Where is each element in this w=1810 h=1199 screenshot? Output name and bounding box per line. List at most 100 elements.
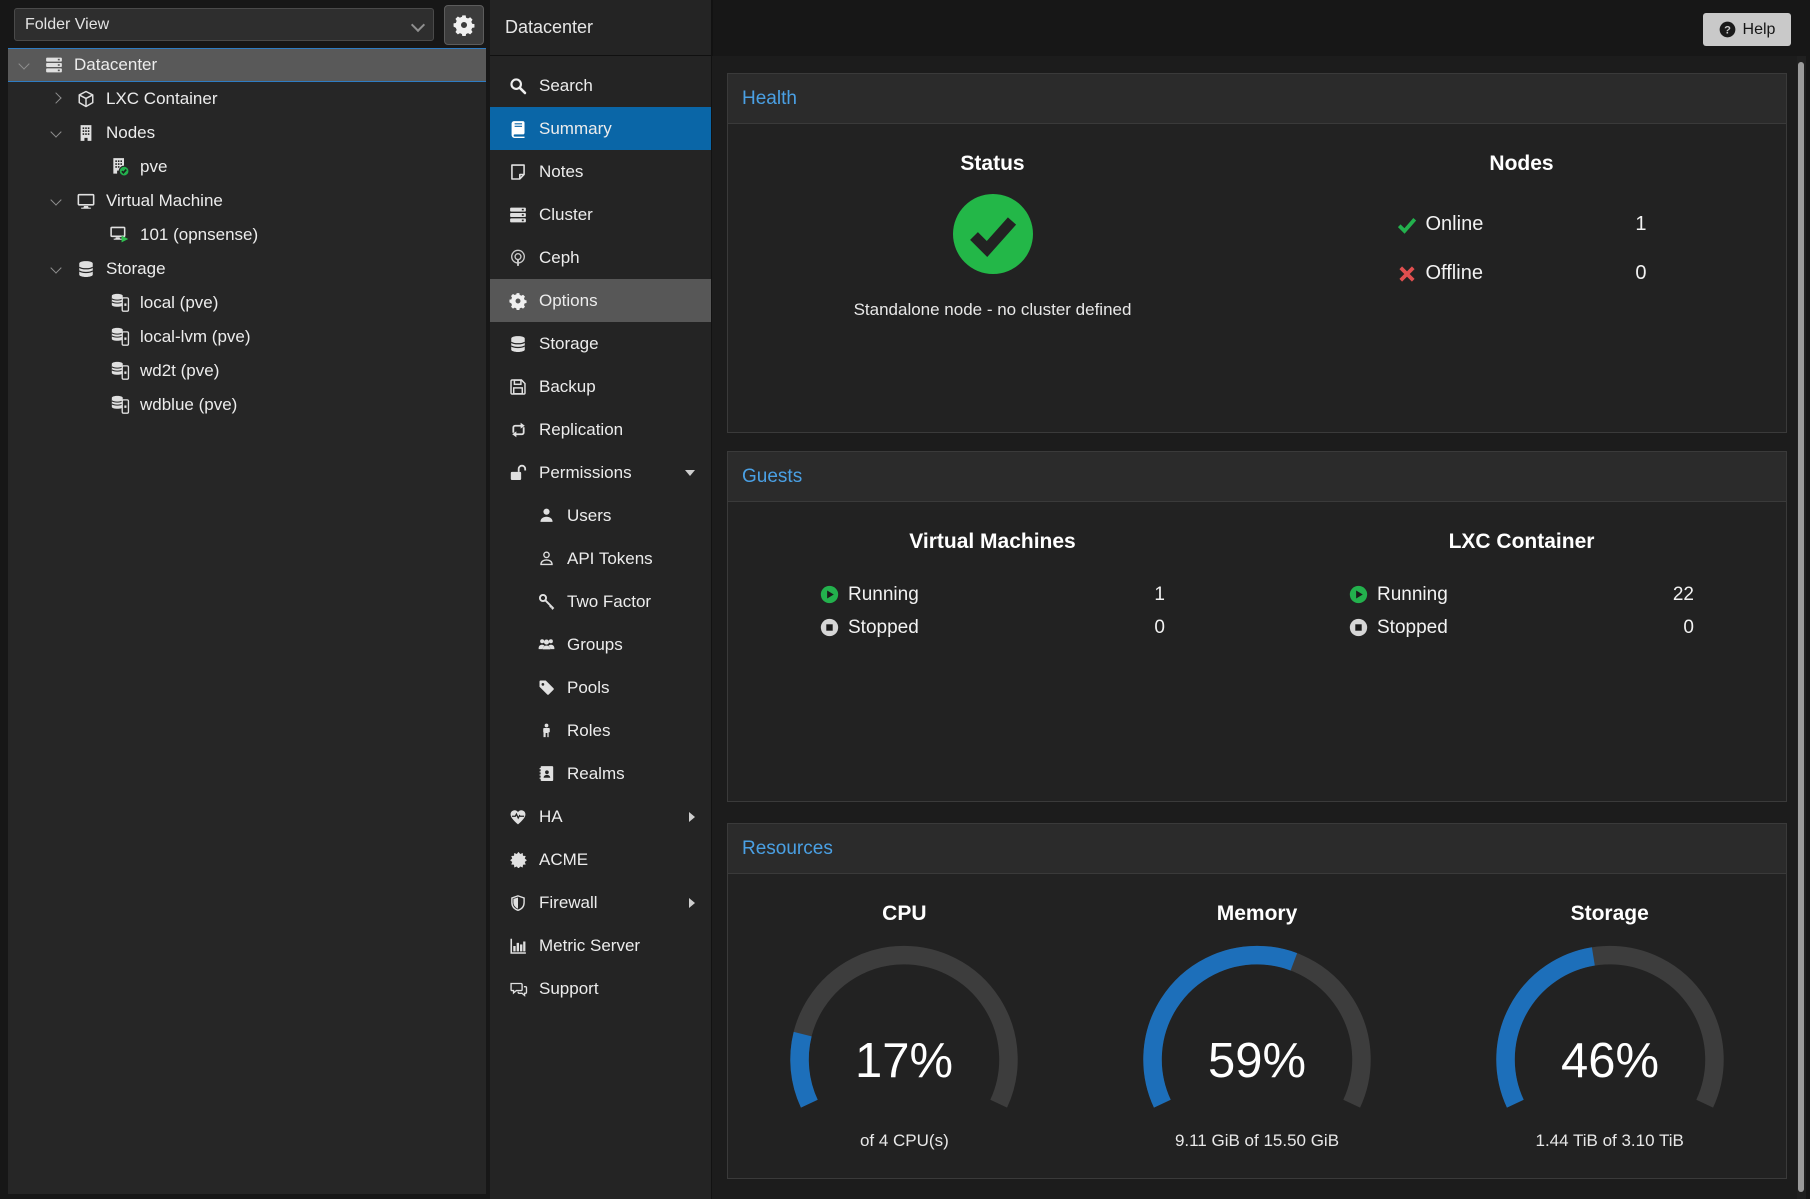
menu-item-acme[interactable]: ACME (490, 838, 711, 881)
lxc-column: LXC Container Running 22 Stopped 0 (1257, 502, 1786, 644)
ceph-icon (507, 249, 529, 267)
tree-item-virtual-machine[interactable]: Virtual Machine (8, 184, 486, 218)
note-icon (507, 163, 529, 181)
tree-item-pve[interactable]: pve (8, 150, 486, 184)
storage-title: Storage (1571, 902, 1649, 926)
menu-item-label: Cluster (539, 205, 593, 225)
tree-item-lxc-container[interactable]: LXC Container (8, 82, 486, 116)
vertical-scrollbar[interactable] (1797, 56, 1806, 1199)
menu-item-pools[interactable]: Pools (490, 666, 711, 709)
cube-icon (74, 90, 98, 108)
health-panel: Health Status Standalone node - no clust… (727, 73, 1787, 433)
database-icon (74, 260, 98, 278)
storage-sub-label: 1.44 TiB of 3.10 TiB (1535, 1131, 1683, 1151)
database-drive-icon (108, 362, 132, 380)
help-button[interactable]: ? Help (1703, 13, 1791, 46)
menu-item-label: Options (539, 291, 598, 311)
memory-gauge: Memory 59% 9.11 GiB of 15.50 GiB (1081, 874, 1434, 1151)
menu-item-search[interactable]: Search (490, 64, 711, 107)
menu-item-backup[interactable]: Backup (490, 365, 711, 408)
status-ok-icon (951, 192, 1035, 276)
lxc-running-row: Running 22 (1349, 578, 1694, 611)
menu-item-label: Realms (567, 764, 625, 784)
cpu-gauge-arc: 17% (784, 942, 1024, 1127)
cpu-sub-label: of 4 CPU(s) (860, 1131, 949, 1151)
menu-item-roles[interactable]: Roles (490, 709, 711, 752)
play-circle-icon (820, 585, 839, 604)
cluster-status-text: Standalone node - no cluster defined (854, 300, 1132, 320)
unlock-icon (507, 464, 529, 482)
tree-item-storage[interactable]: Storage (8, 252, 486, 286)
menu-item-api-tokens[interactable]: API Tokens (490, 537, 711, 580)
chevron-right-icon[interactable] (689, 898, 695, 908)
tree-item-label: wd2t (pve) (140, 361, 219, 381)
resource-tree: Datacenter LXC Container Nodes pve (8, 48, 486, 1194)
menu-item-permissions[interactable]: Permissions (490, 451, 711, 494)
menu-item-replication[interactable]: Replication (490, 408, 711, 451)
menu-item-firewall[interactable]: Firewall (490, 881, 711, 924)
memory-gauge-arc: 59% (1137, 942, 1377, 1127)
svg-text:?: ? (1724, 24, 1731, 36)
expander-down-icon[interactable] (52, 193, 74, 209)
seal-icon (507, 851, 529, 869)
chevron-right-icon[interactable] (689, 812, 695, 822)
menu-item-storage[interactable]: Storage (490, 322, 711, 365)
shield-icon (507, 894, 529, 912)
vm-running-value: 1 (1154, 584, 1165, 606)
folder-view-select[interactable]: Folder View (14, 8, 434, 41)
menu-item-notes[interactable]: Notes (490, 150, 711, 193)
tree-item-nodes[interactable]: Nodes (8, 116, 486, 150)
key-icon (535, 593, 557, 611)
menu-item-metric-server[interactable]: Metric Server (490, 924, 711, 967)
expander-none (86, 227, 108, 243)
retweet-icon (507, 421, 529, 439)
menu-item-options[interactable]: Options (490, 279, 711, 322)
menu-item-support[interactable]: Support (490, 967, 711, 1010)
tree-item-vm-101-opnsense[interactable]: 101 (opnsense) (8, 218, 486, 252)
expander-down-icon[interactable] (20, 57, 42, 73)
status-column: Status Standalone node - no cluster defi… (728, 124, 1257, 320)
menu-item-users[interactable]: Users (490, 494, 711, 537)
proxmox-app: Folder View Datacenter LXC Container (0, 0, 1810, 1199)
resources-panel: Resources CPU 17% of 4 CPU(s) Memory (727, 823, 1787, 1179)
nodes-online-row: Online 1 (1397, 200, 1647, 249)
expander-down-icon[interactable] (52, 261, 74, 277)
expander-right-icon[interactable] (52, 91, 74, 107)
menu-item-cluster[interactable]: Cluster (490, 193, 711, 236)
menu-item-label: Firewall (539, 893, 598, 913)
menu-item-realms[interactable]: Realms (490, 752, 711, 795)
offline-label: Offline (1426, 262, 1483, 285)
datacenter-menu: Datacenter Search Summary Notes Cluster … (490, 0, 713, 1199)
menu-item-label: Users (567, 506, 611, 526)
tree-item-label: Virtual Machine (106, 191, 223, 211)
scrollbar-thumb[interactable] (1798, 62, 1804, 1192)
users-icon (535, 636, 557, 654)
tree-item-label: Nodes (106, 123, 155, 143)
storage-gauge: Storage 46% 1.44 TiB of 3.10 TiB (1433, 874, 1786, 1151)
expander-none (86, 295, 108, 311)
menu-item-ha[interactable]: HA (490, 795, 711, 838)
tree-item-datacenter[interactable]: Datacenter (8, 48, 486, 82)
tree-settings-button[interactable] (444, 5, 484, 45)
menu-item-groups[interactable]: Groups (490, 623, 711, 666)
memory-percent: 59% (1208, 1034, 1306, 1088)
tree-item-storage-local[interactable]: local (pve) (8, 286, 486, 320)
vm-stopped-value: 0 (1154, 617, 1165, 639)
tree-item-storage-wd2t[interactable]: wd2t (pve) (8, 354, 486, 388)
menu-item-two-factor[interactable]: Two Factor (490, 580, 711, 623)
x-icon (1397, 264, 1417, 284)
menu-item-label: Notes (539, 162, 583, 182)
lxc-stopped-label: Stopped (1377, 617, 1448, 639)
database-drive-icon (108, 328, 132, 346)
menu-item-ceph[interactable]: Ceph (490, 236, 711, 279)
nodes-offline-row: Offline 0 (1397, 249, 1647, 298)
menu-item-summary[interactable]: Summary (490, 107, 711, 150)
database-icon (507, 335, 529, 353)
lxc-stopped-row: Stopped 0 (1349, 611, 1694, 644)
chevron-down-icon[interactable] (685, 470, 695, 476)
user-outline-icon (535, 550, 557, 568)
expander-down-icon[interactable] (52, 125, 74, 141)
tree-item-storage-local-lvm[interactable]: local-lvm (pve) (8, 320, 486, 354)
expander-none (86, 159, 108, 175)
tree-item-storage-wdblue[interactable]: wdblue (pve) (8, 388, 486, 422)
